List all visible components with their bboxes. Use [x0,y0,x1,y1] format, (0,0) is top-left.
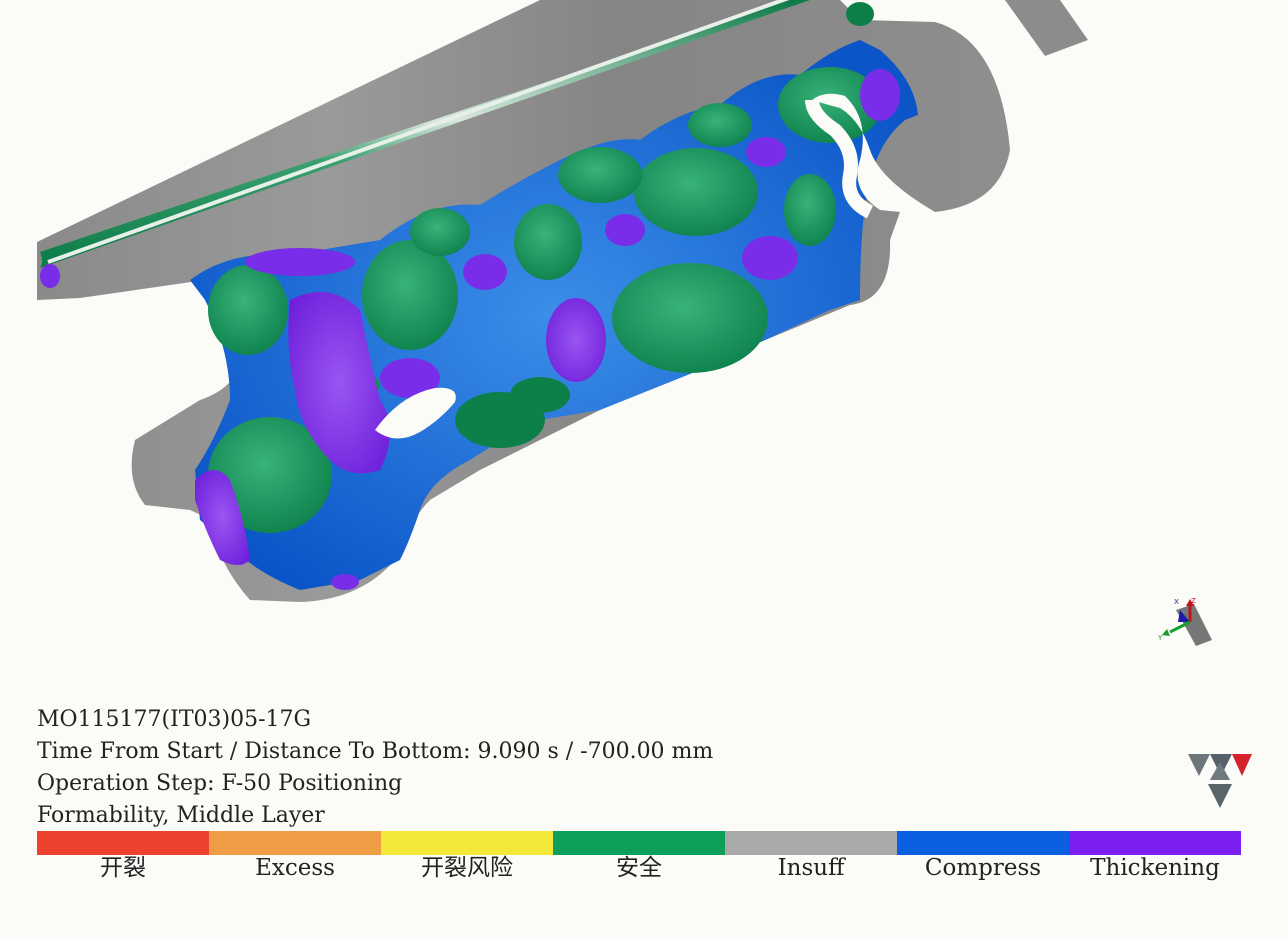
legend-swatch [1069,831,1241,855]
axis-z-label: Z [1191,597,1196,605]
legend-label: Excess [255,855,335,881]
legend-swatch [209,831,381,855]
legend-item-insuff: Insuff [725,831,897,891]
result-info-panel: MO115177(IT03)05-17G Time From Start / D… [37,704,713,832]
axis-y-label: Y [1157,634,1163,642]
legend-item-safe: 安全 [553,831,725,891]
sheet-flange [1005,0,1088,56]
legend-item-thickening: Thickening [1069,831,1241,891]
model-id: MO115177(IT03)05-17G [37,707,312,732]
legend-label: 开裂 [100,855,146,881]
axis-triad-icon[interactable]: X Z Y [1150,596,1214,652]
legend-label: Compress [924,855,1042,881]
formability-legend: 开裂 Excess 开裂风险 安全 Insuff Compress Thicke… [37,831,1241,891]
time-distance-readout: Time From Start / Distance To Bottom: 9.… [37,739,714,764]
legend-label: 开裂风险 [421,855,513,881]
axis-x-label: X [1174,598,1179,606]
legend-label: Insuff [777,855,845,881]
legend-label: 安全 [616,855,662,881]
legend-item-excess: Excess [209,831,381,891]
part-contour-plot [37,0,1088,602]
legend-item-crack-risk: 开裂风险 [381,831,553,891]
legend-item-crack: 开裂 [37,831,209,891]
legend-item-compress: Compress [897,831,1069,891]
operation-step: Operation Step: F-50 Positioning [37,771,403,796]
result-type: Formability, Middle Layer [37,803,325,828]
legend-label: Thickening [1090,855,1220,881]
legend-swatch [897,831,1069,855]
legend-swatch [37,831,209,855]
legend-swatch [381,831,553,855]
simulation-viewport[interactable] [0,0,1288,700]
legend-swatch [553,831,725,855]
brand-logo-icon [1188,754,1252,808]
legend-swatch [725,831,897,855]
region-safe [362,240,458,350]
